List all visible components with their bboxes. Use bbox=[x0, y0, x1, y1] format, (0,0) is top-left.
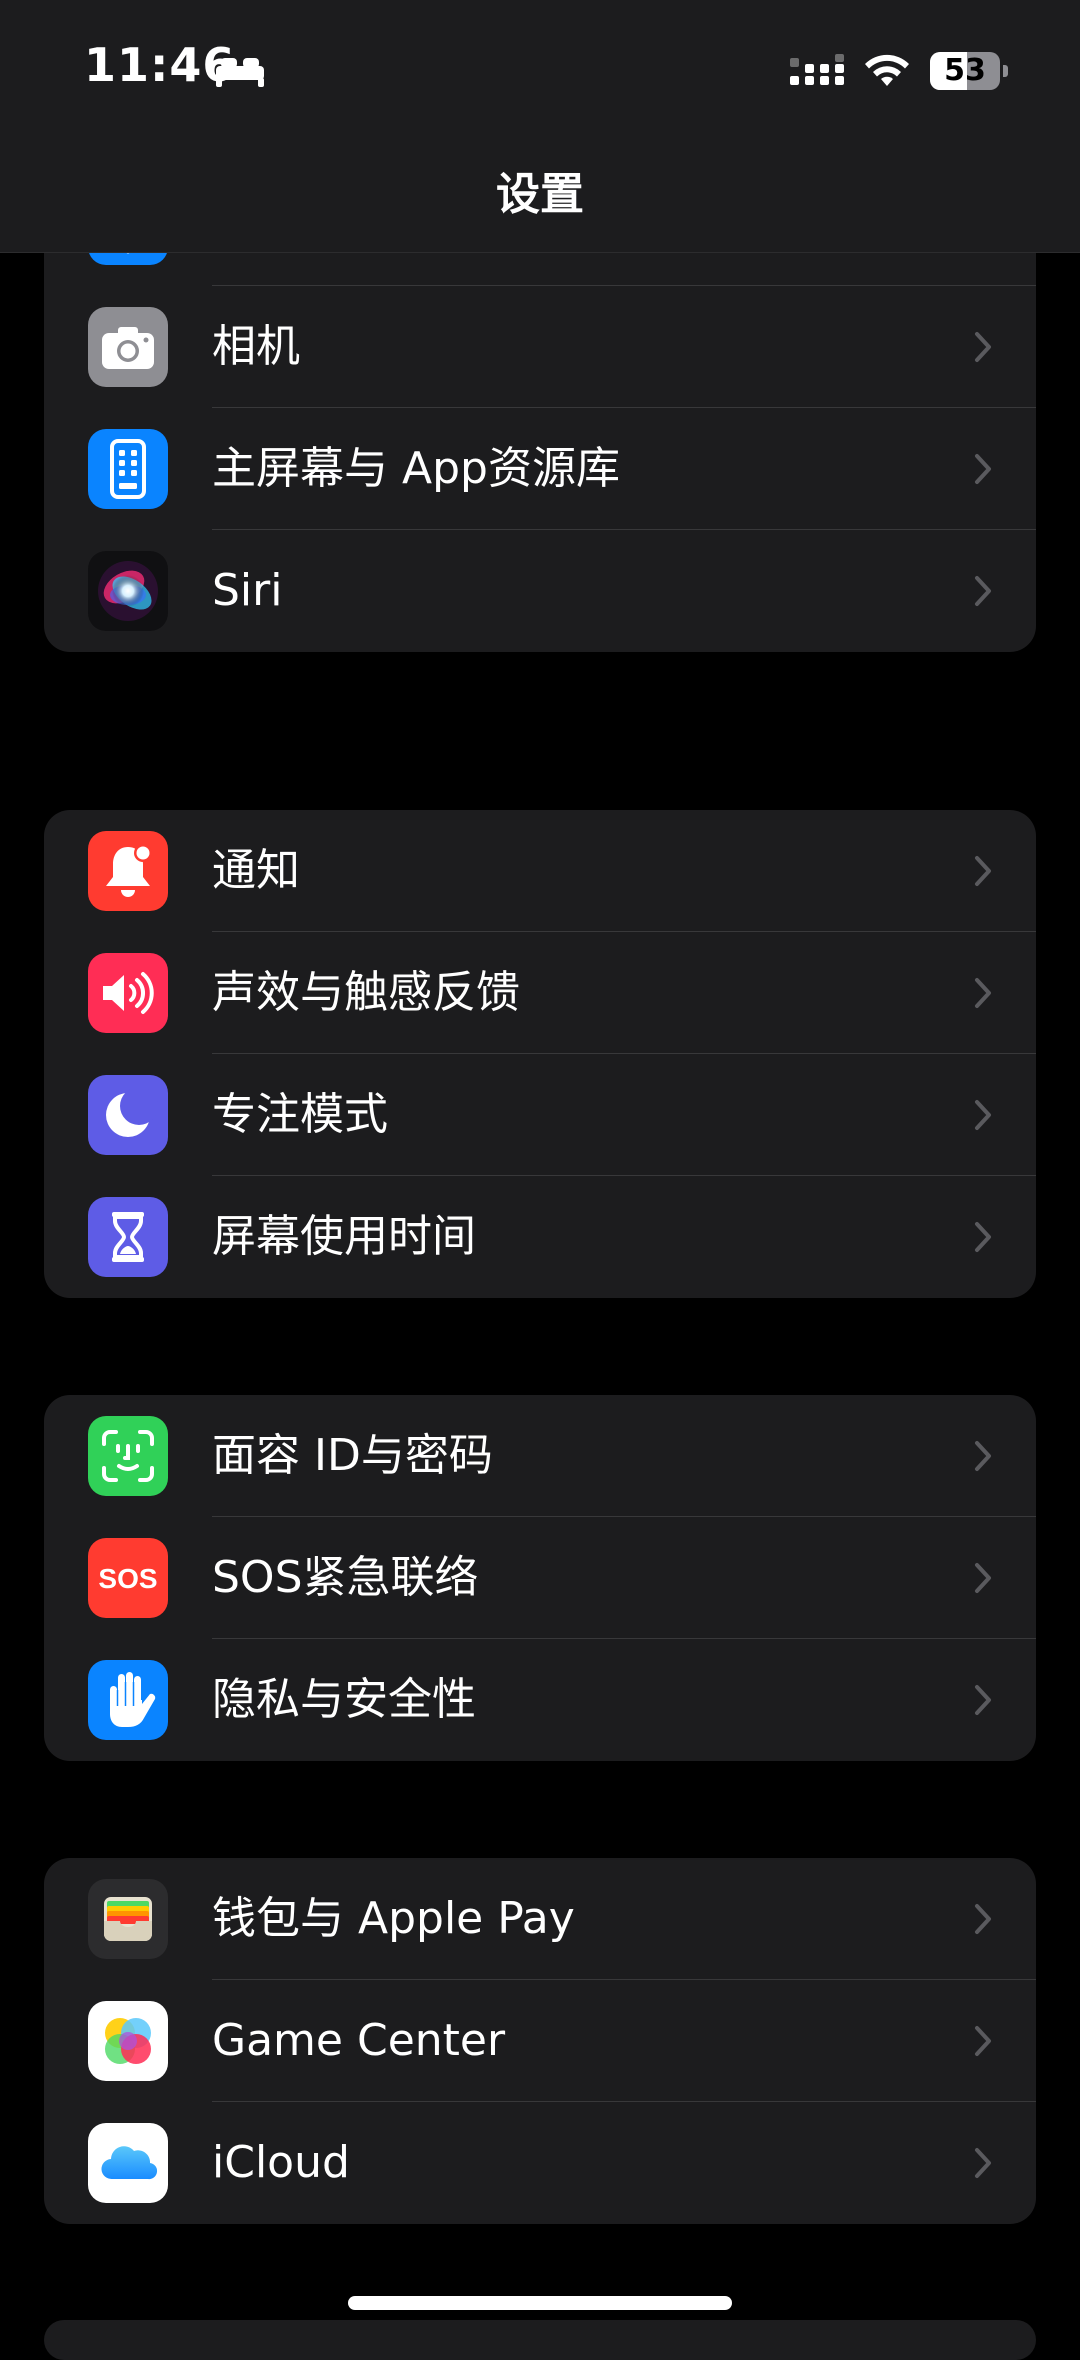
chevron-right-icon bbox=[975, 2026, 991, 2056]
speaker-sound-icon bbox=[88, 953, 168, 1033]
settings-row-privacy-security[interactable]: 隐私与安全性 bbox=[44, 1639, 1036, 1761]
settings-group-notifications: 通知 声效与触感反馈 专注模式 屏幕使用时间 bbox=[44, 810, 1036, 1298]
wallet-icon bbox=[88, 1879, 168, 1959]
chevron-right-icon bbox=[975, 454, 991, 484]
hourglass-icon bbox=[88, 1197, 168, 1277]
chevron-right-icon bbox=[975, 1222, 991, 1252]
settings-group-security: 面容 ID与密码 SOS SOS紧急联络 隐私与安全性 bbox=[44, 1395, 1036, 1761]
chevron-right-icon bbox=[975, 1685, 991, 1715]
siri-icon bbox=[88, 551, 168, 631]
page-title: 设置 bbox=[496, 169, 584, 220]
wifi-icon bbox=[865, 54, 909, 86]
row-label: 屏幕使用时间 bbox=[212, 1211, 476, 1262]
settings-row-focus[interactable]: 专注模式 bbox=[44, 1054, 1036, 1176]
chevron-right-icon bbox=[975, 576, 991, 606]
notifications-bell-icon bbox=[88, 831, 168, 911]
header: 11:46 53 设置 bbox=[0, 0, 1080, 253]
chevron-right-icon bbox=[975, 978, 991, 1008]
chevron-right-icon bbox=[975, 1904, 991, 1934]
status-time: 11:46 bbox=[84, 38, 236, 92]
settings-row-face-id[interactable]: 面容 ID与密码 bbox=[44, 1395, 1036, 1517]
settings-group-accounts: 钱包与 Apple Pay Game Center iCloud bbox=[44, 1858, 1036, 2224]
moon-focus-icon bbox=[88, 1075, 168, 1155]
sos-icon-text: SOS bbox=[98, 1563, 157, 1594]
sos-icon: SOS bbox=[88, 1538, 168, 1618]
settings-row-screen-time[interactable]: 屏幕使用时间 bbox=[44, 1176, 1036, 1298]
battery-tip bbox=[1003, 65, 1008, 77]
settings-row-icloud[interactable]: iCloud bbox=[44, 2102, 1036, 2224]
face-id-icon bbox=[88, 1416, 168, 1496]
home-indicator[interactable] bbox=[348, 2296, 732, 2310]
battery-body: 53 bbox=[930, 52, 1000, 90]
settings-row-camera[interactable]: 相机 bbox=[44, 286, 1036, 408]
row-label: 主屏幕与 App资源库 bbox=[212, 443, 620, 494]
chevron-right-icon bbox=[975, 332, 991, 362]
chevron-right-icon bbox=[975, 1563, 991, 1593]
row-label: 面容 ID与密码 bbox=[212, 1430, 493, 1481]
row-label: 通知 bbox=[212, 845, 300, 896]
camera-icon bbox=[88, 307, 168, 387]
row-label: iCloud bbox=[212, 2137, 350, 2188]
cellular-signal-icon bbox=[790, 54, 844, 85]
privacy-hand-icon bbox=[88, 1660, 168, 1740]
row-label: Game Center bbox=[212, 2015, 506, 2066]
game-center-icon bbox=[88, 2001, 168, 2081]
settings-row-notifications[interactable]: 通知 bbox=[44, 810, 1036, 932]
settings-group-next bbox=[44, 2320, 1036, 2360]
row-label: 隐私与安全性 bbox=[212, 1674, 476, 1725]
settings-row-wallet-apple-pay[interactable]: 钱包与 Apple Pay bbox=[44, 1858, 1036, 1980]
chevron-right-icon bbox=[975, 2148, 991, 2178]
settings-row-sounds-haptics[interactable]: 声效与触感反馈 bbox=[44, 932, 1036, 1054]
settings-row-emergency-sos[interactable]: SOS SOS紧急联络 bbox=[44, 1517, 1036, 1639]
bed-icon bbox=[216, 58, 264, 87]
row-label: 相机 bbox=[212, 321, 300, 372]
row-label: 声效与触感反馈 bbox=[212, 967, 520, 1018]
settings-row-game-center[interactable]: Game Center bbox=[44, 1980, 1036, 2102]
chevron-right-icon bbox=[975, 856, 991, 886]
settings-row-home-screen[interactable]: 主屏幕与 App资源库 bbox=[44, 408, 1036, 530]
row-label: 钱包与 Apple Pay bbox=[212, 1893, 575, 1944]
home-screen-icon bbox=[88, 429, 168, 509]
row-label: Siri bbox=[212, 565, 283, 616]
row-label: SOS紧急联络 bbox=[212, 1552, 479, 1603]
icloud-icon bbox=[88, 2123, 168, 2203]
chevron-right-icon bbox=[975, 1441, 991, 1471]
settings-row-siri[interactable]: Siri bbox=[44, 530, 1036, 652]
chevron-right-icon bbox=[975, 1100, 991, 1130]
row-label: 专注模式 bbox=[212, 1089, 388, 1140]
battery-indicator: 53 bbox=[930, 52, 1008, 90]
battery-percentage: 53 bbox=[944, 53, 986, 88]
